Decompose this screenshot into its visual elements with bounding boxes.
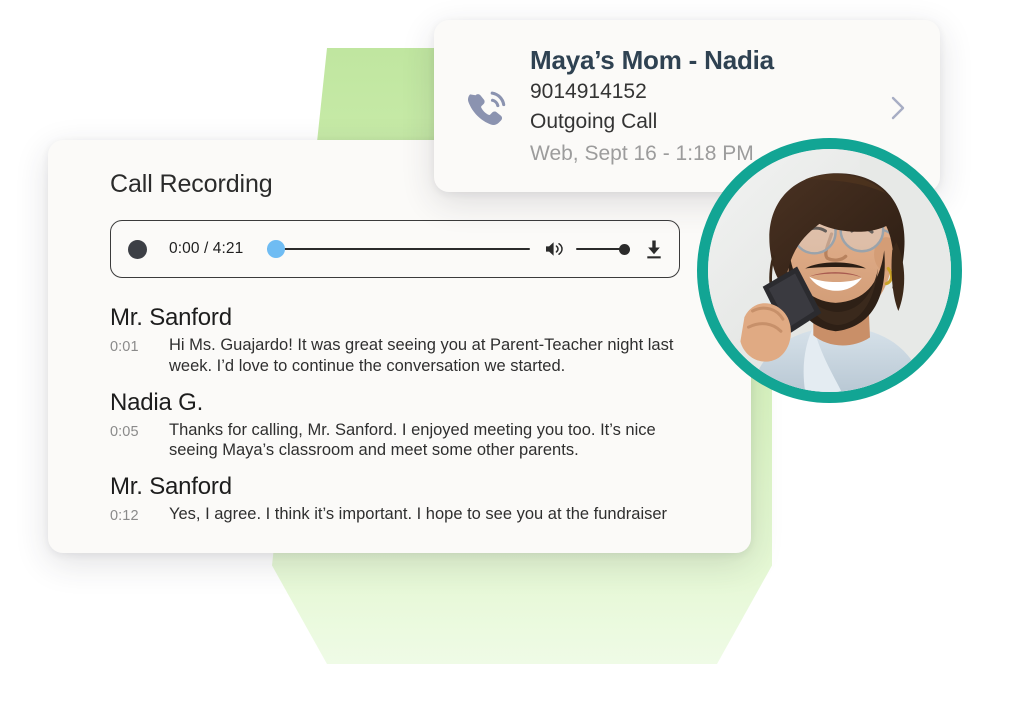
utterance: 0:01 Hi Ms. Guajardo! It was great seein… (48, 335, 751, 377)
volume-slider[interactable] (576, 242, 630, 256)
utterance-timestamp[interactable]: 0:12 (110, 504, 169, 525)
download-icon[interactable] (644, 239, 664, 260)
utterance: 0:05 Thanks for calling, Mr. Sanford. I … (48, 420, 751, 462)
utterance-text: Thanks for calling, Mr. Sanford. I enjoy… (169, 420, 656, 460)
volume-high-icon[interactable] (544, 240, 566, 258)
play-record-icon[interactable] (128, 239, 147, 259)
avatar (697, 138, 962, 403)
phone-outgoing-icon (460, 83, 516, 135)
utterance-timestamp[interactable]: 0:01 (110, 335, 169, 377)
phone-number: 9014914152 (530, 79, 647, 103)
contact-name: Maya’s Mom - Nadia (530, 44, 774, 75)
seek-slider[interactable] (267, 240, 530, 258)
utterance-text: Hi Ms. Guajardo! It was great seeing you… (169, 336, 674, 375)
call-recording-card: Call Recording 0:00 / 4:21 Mr. Sanford 0… (48, 140, 751, 553)
utterance-text: Yes, I agree. I think it’s important. I … (169, 505, 668, 524)
transcript-entry: Mr. Sanford 0:12 Yes, I agree. I think i… (48, 461, 751, 525)
speaker-name: Mr. Sanford (110, 304, 232, 331)
speaker-name: Mr. Sanford (110, 473, 232, 501)
transcript-list: Mr. Sanford 0:01 Hi Ms. Guajardo! It was… (48, 292, 751, 525)
seek-track (267, 247, 530, 251)
call-direction: Outgoing Call (530, 110, 658, 134)
transcript-entry: Mr. Sanford 0:01 Hi Ms. Guajardo! It was… (48, 292, 751, 377)
screenshot-root: Call Recording 0:00 / 4:21 Mr. Sanford 0… (0, 0, 1024, 701)
transcript-entry: Nadia G. 0:05 Thanks for calling, Mr. Sa… (48, 377, 751, 462)
audio-player[interactable]: 0:00 / 4:21 (110, 220, 680, 278)
volume-thumb[interactable] (619, 243, 630, 255)
utterance-timestamp[interactable]: 0:05 (110, 420, 169, 462)
chevron-right-icon[interactable] (878, 88, 918, 128)
speaker-name: Nadia G. (110, 388, 204, 416)
seek-thumb[interactable] (267, 240, 286, 258)
player-time-display: 0:00 / 4:21 (169, 240, 244, 257)
utterance: 0:12 Yes, I agree. I think it’s importan… (48, 504, 751, 525)
volume-track (576, 247, 625, 251)
